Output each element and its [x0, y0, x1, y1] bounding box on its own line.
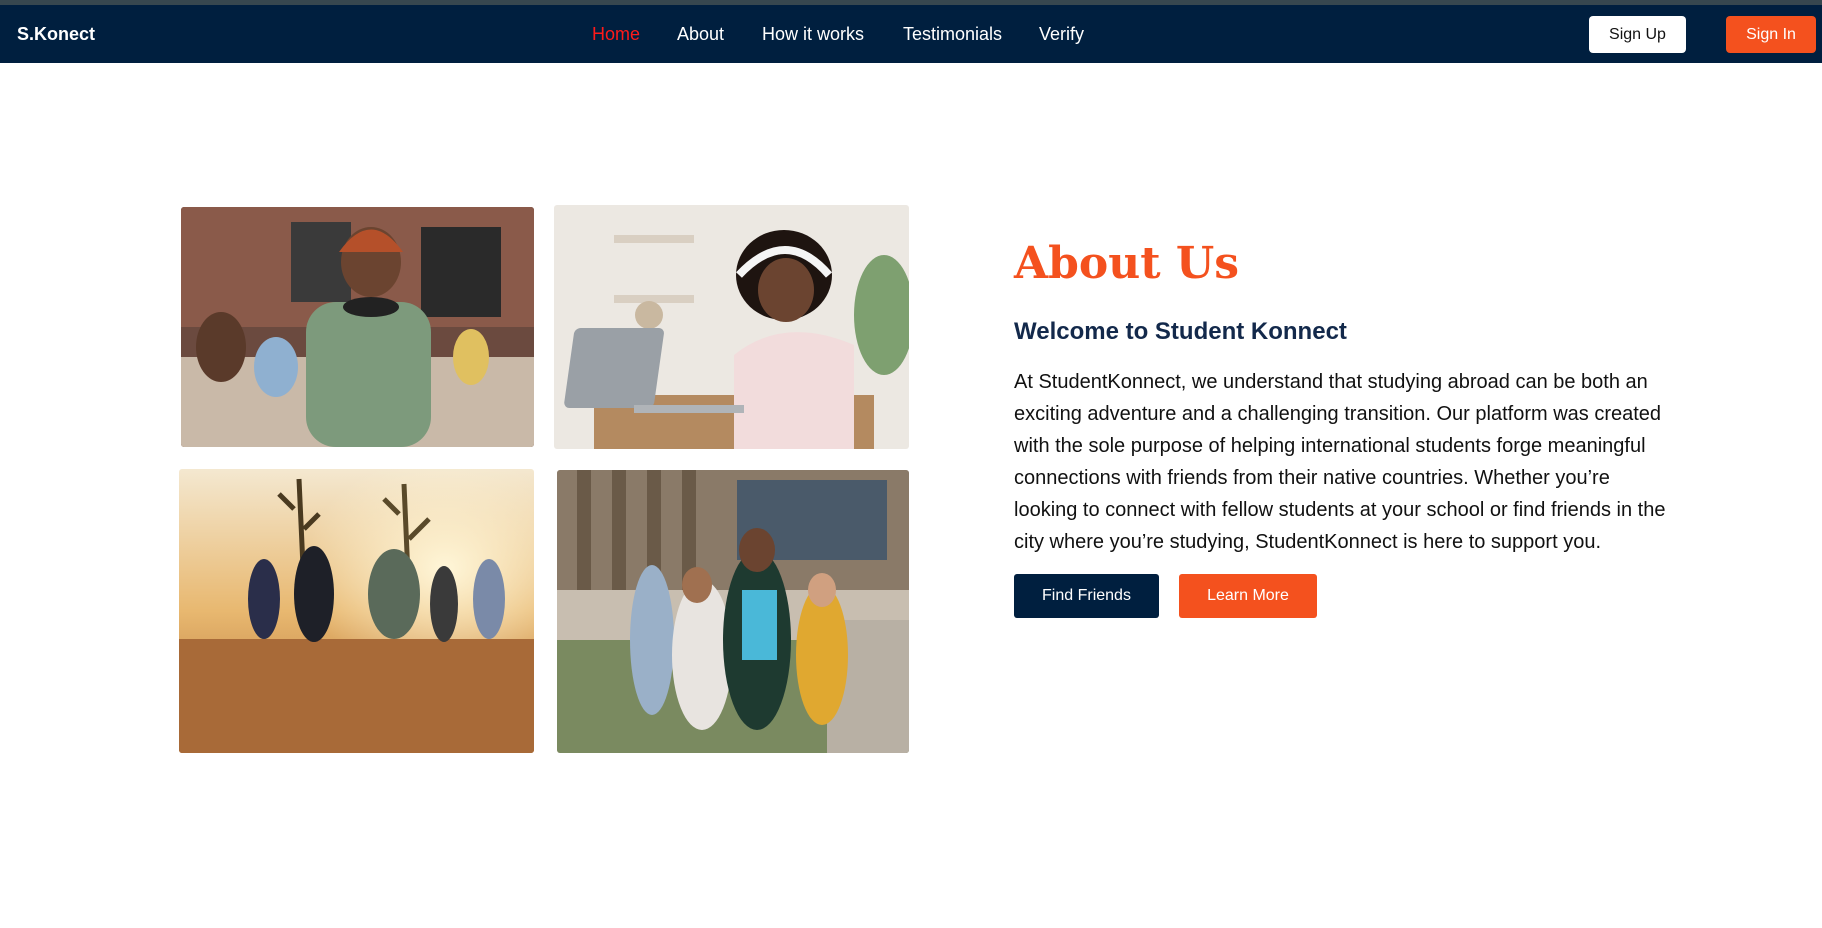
photo-student-laptop [554, 205, 909, 449]
learn-more-button[interactable]: Learn More [1179, 574, 1317, 619]
about-subtitle: Welcome to Student Konnect [1014, 318, 1347, 346]
nav-link-testimonials[interactable]: Testimonials [903, 24, 1002, 45]
nav-links: Home About How it works Testimonials Ver… [0, 24, 1822, 48]
nav-link-about[interactable]: About [677, 24, 724, 45]
sign-in-button[interactable]: Sign In [1726, 16, 1816, 53]
about-actions: Find Friends Learn More [1014, 574, 1694, 619]
nav-link-verify[interactable]: Verify [1039, 24, 1084, 45]
photo-student-beanie [181, 207, 534, 447]
photo-friends-sunset [179, 469, 534, 753]
about-title: About Us [1014, 238, 1240, 289]
sign-up-button[interactable]: Sign Up [1589, 16, 1686, 53]
navbar: S.Konect Home About How it works Testimo… [0, 5, 1822, 63]
photo-students-campus [557, 470, 909, 753]
find-friends-button[interactable]: Find Friends [1014, 574, 1159, 619]
about-section: About Us Welcome to Student Konnect At S… [1014, 238, 1694, 619]
about-description: At StudentKonnect, we understand that st… [1014, 371, 1666, 554]
nav-link-how-it-works[interactable]: How it works [762, 24, 864, 45]
nav-link-home[interactable]: Home [592, 24, 640, 45]
